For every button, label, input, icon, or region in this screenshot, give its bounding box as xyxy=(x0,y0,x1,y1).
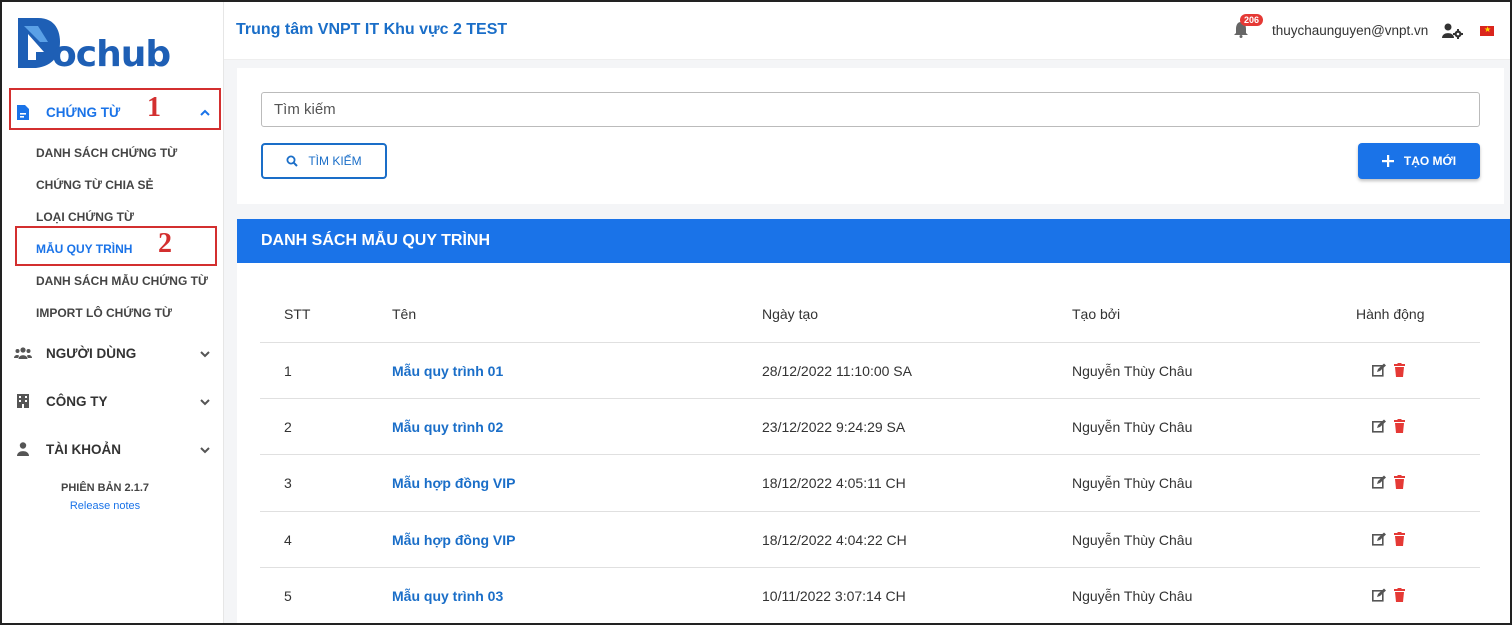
chevron-down-icon xyxy=(200,394,210,412)
logo-text: ochub xyxy=(52,34,171,75)
annotation-number-1: 1 xyxy=(147,92,161,123)
app-window: ochub CHỨNG TỪ 1 DANH SÁCH CHỨNG TỪ CHỨN… xyxy=(0,0,1512,625)
cell-created-by: Nguyễn Thùy Châu xyxy=(1072,363,1193,379)
cell-stt: 2 xyxy=(284,419,292,435)
search-icon xyxy=(286,155,299,167)
cell-created-by: Nguyễn Thùy Châu xyxy=(1072,532,1193,548)
sidebar-item-chung-tu-chia-se[interactable]: CHỨNG TỪ CHIA SẺ xyxy=(36,178,153,192)
release-notes-link[interactable]: Release notes xyxy=(2,500,208,512)
sidebar-item-loai-chung-tu[interactable]: LOẠI CHỨNG TỪ xyxy=(36,210,134,224)
cell-created: 23/12/2022 9:24:29 SA xyxy=(762,419,906,435)
create-button-label: TẠO MỚI xyxy=(1403,154,1457,168)
cell-stt: 3 xyxy=(284,475,292,491)
cell-name-link[interactable]: Mẫu hợp đồng VIP xyxy=(392,475,516,491)
column-header-created: Ngày tạo xyxy=(762,306,819,322)
cell-created-by: Nguyễn Thùy Châu xyxy=(1072,475,1193,491)
annotation-box-1 xyxy=(9,88,221,130)
sidebar-group-label: CÔNG TY xyxy=(46,393,108,409)
user-email[interactable]: thuychaunguyen@vnpt.vn xyxy=(1272,23,1428,38)
cell-name-link[interactable]: Mẫu quy trình 03 xyxy=(392,588,503,604)
cell-stt: 4 xyxy=(284,532,292,548)
edit-icon[interactable] xyxy=(1372,363,1387,382)
edit-icon[interactable] xyxy=(1372,588,1387,607)
building-icon xyxy=(14,394,32,408)
cell-stt: 5 xyxy=(284,588,292,604)
chevron-down-icon xyxy=(200,346,210,364)
delete-icon[interactable] xyxy=(1394,532,1405,551)
user-icon xyxy=(14,442,32,456)
notification-badge: 206 xyxy=(1240,14,1264,26)
sidebar-item-import-lo-chung-tu[interactable]: IMPORT LÔ CHỨNG TỪ xyxy=(36,306,172,320)
table-row: 3 Mẫu hợp đồng VIP 18/12/2022 4:05:11 CH… xyxy=(260,454,1480,510)
cell-created: 10/11/2022 3:07:14 CH xyxy=(762,588,906,604)
cell-created: 18/12/2022 4:05:11 CH xyxy=(762,475,906,491)
delete-icon[interactable] xyxy=(1394,363,1405,382)
table-row: 1 Mẫu quy trình 01 28/12/2022 11:10:00 S… xyxy=(260,342,1480,398)
page-title: Trung tâm VNPT IT Khu vực 2 TEST xyxy=(236,21,508,38)
sidebar-group-label: NGƯỜI DÙNG xyxy=(46,345,137,361)
top-header: Trung tâm VNPT IT Khu vực 2 TEST 206 thu… xyxy=(224,2,1510,60)
sidebar-group-cong-ty[interactable]: CÔNG TY xyxy=(12,381,220,421)
edit-icon[interactable] xyxy=(1372,532,1387,551)
sidebar-group-nguoi-dung[interactable]: NGƯỜI DÙNG xyxy=(12,333,220,373)
table-row: 4 Mẫu hợp đồng VIP 18/12/2022 4:04:22 CH… xyxy=(260,511,1480,567)
vietnam-flag-icon[interactable]: ★ xyxy=(1480,25,1494,36)
sidebar-item-danh-sach-chung-tu[interactable]: DANH SÁCH CHỨNG TỪ xyxy=(36,146,177,160)
search-button[interactable]: TÌM KIẾM xyxy=(261,143,387,179)
edit-icon[interactable] xyxy=(1372,475,1387,494)
annotation-number-2: 2 xyxy=(158,228,172,259)
annotation-box-2 xyxy=(15,226,217,266)
delete-icon[interactable] xyxy=(1394,419,1405,438)
delete-icon[interactable] xyxy=(1394,588,1405,607)
column-header-created-by: Tạo bởi xyxy=(1072,306,1121,322)
sidebar-item-danh-sach-mau-chung-tu[interactable]: DANH SÁCH MẪU CHỨNG TỪ xyxy=(36,274,208,288)
version-label: PHIÊN BẢN 2.1.7 xyxy=(60,482,150,494)
sidebar: ochub CHỨNG TỪ 1 DANH SÁCH CHỨNG TỪ CHỨN… xyxy=(2,2,224,623)
main-content: TÌM KIẾM TẠO MỚI DANH SÁCH MẪU QUY TRÌNH… xyxy=(224,60,1510,623)
cell-stt: 1 xyxy=(284,363,292,379)
users-icon xyxy=(14,347,32,359)
sidebar-group-label: TÀI KHOẢN xyxy=(46,441,121,457)
list-header: DANH SÁCH MẪU QUY TRÌNH xyxy=(237,219,1510,263)
cell-name-link[interactable]: Mẫu quy trình 02 xyxy=(392,419,503,435)
cell-name-link[interactable]: Mẫu hợp đồng VIP xyxy=(392,532,516,548)
search-button-label: TÌM KIẾM xyxy=(308,154,362,168)
cell-created-by: Nguyễn Thùy Châu xyxy=(1072,419,1193,435)
search-panel: TÌM KIẾM TẠO MỚI xyxy=(237,68,1504,204)
cell-name-link[interactable]: Mẫu quy trình 01 xyxy=(392,363,503,379)
sidebar-group-tai-khoan[interactable]: TÀI KHOẢN xyxy=(12,429,220,469)
search-input[interactable] xyxy=(261,92,1480,127)
plus-icon xyxy=(1381,155,1394,167)
chevron-down-icon xyxy=(200,442,210,460)
create-new-button[interactable]: TẠO MỚI xyxy=(1358,143,1480,179)
cell-created: 28/12/2022 11:10:00 SA xyxy=(762,363,912,379)
column-header-name: Tên xyxy=(392,306,417,322)
delete-icon[interactable] xyxy=(1394,475,1405,494)
column-header-stt: STT xyxy=(284,306,311,322)
cell-created: 18/12/2022 4:04:22 CH xyxy=(762,532,907,548)
list-title: DANH SÁCH MẪU QUY TRÌNH xyxy=(261,232,491,249)
edit-icon[interactable] xyxy=(1372,419,1387,438)
table-row: 2 Mẫu quy trình 02 23/12/2022 9:24:29 SA… xyxy=(260,398,1480,454)
user-settings-icon[interactable] xyxy=(1442,23,1464,44)
logo[interactable]: ochub xyxy=(14,12,184,75)
table-row: 5 Mẫu quy trình 03 10/11/2022 3:07:14 CH… xyxy=(260,567,1480,623)
column-header-actions: Hành động xyxy=(1356,306,1425,322)
cell-created-by: Nguyễn Thùy Châu xyxy=(1072,588,1193,604)
